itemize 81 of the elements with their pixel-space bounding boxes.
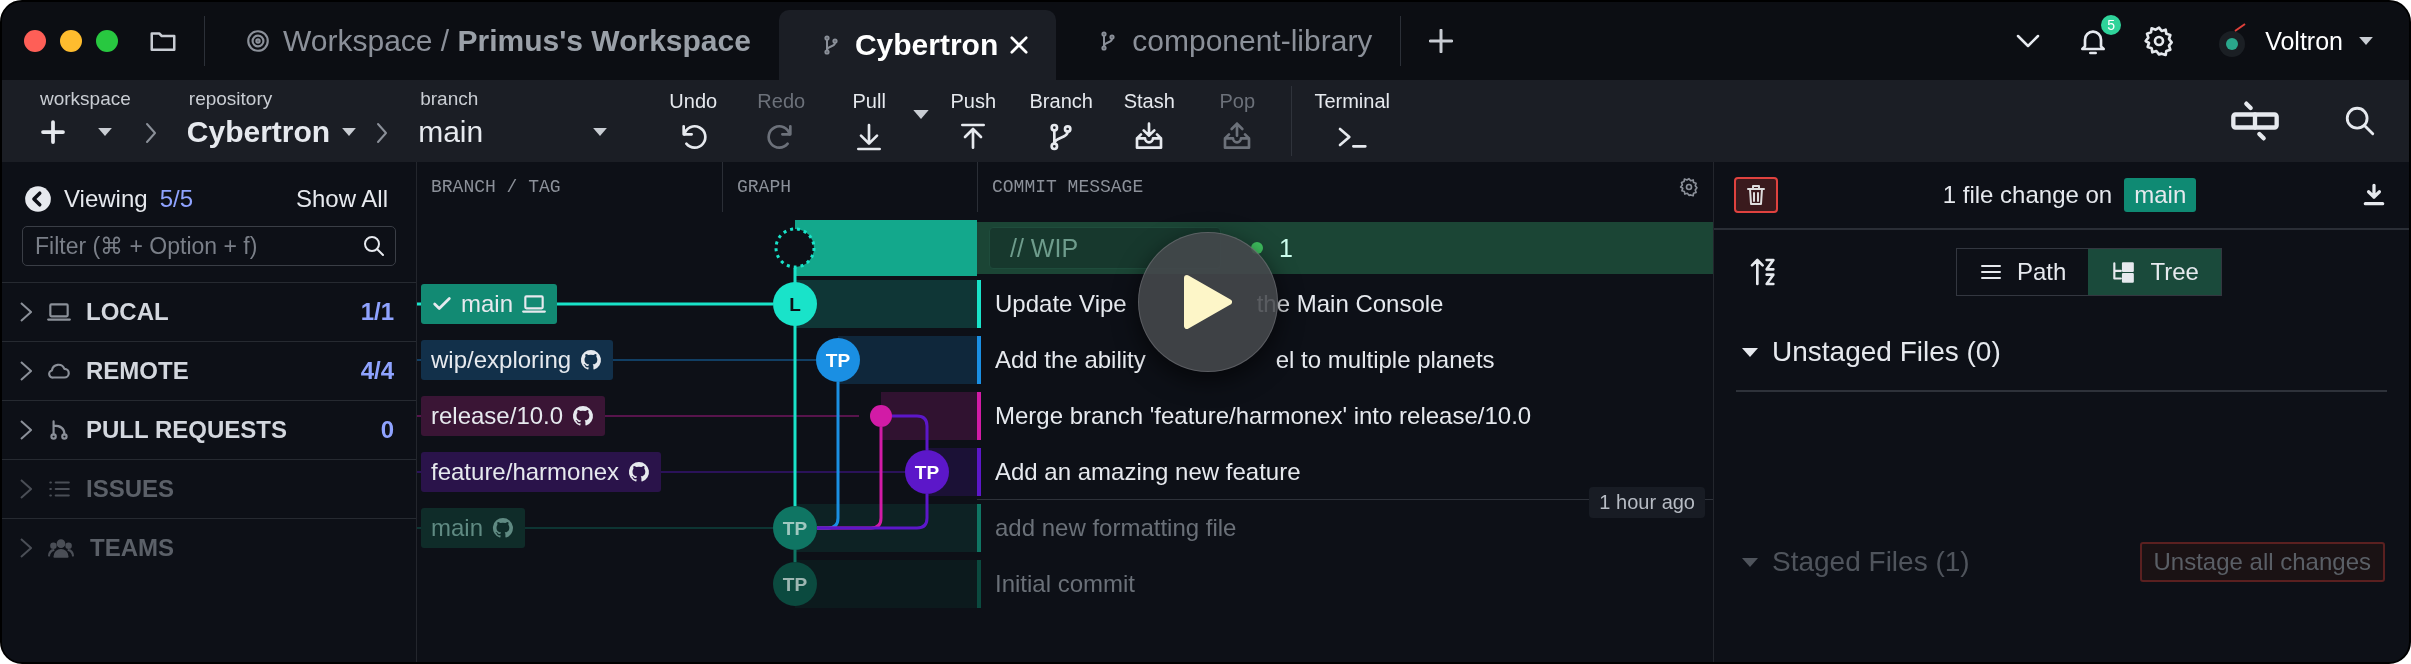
- close-window-button[interactable]: [24, 30, 46, 52]
- discard-button[interactable]: [1734, 177, 1778, 213]
- commit-message: Update Vipe: [995, 290, 1127, 318]
- change-summary: 1 file change on: [1942, 181, 2113, 209]
- branch-label[interactable]: main: [421, 284, 558, 324]
- file-group-title: Staged Files (1): [1772, 546, 1970, 578]
- github-icon: [491, 516, 516, 540]
- github-icon: [571, 404, 596, 428]
- chevron-right-icon: [144, 122, 157, 144]
- trash-icon: [1744, 183, 1768, 207]
- branch-label[interactable]: release/10.0: [421, 396, 606, 436]
- toolbar-button[interactable]: Undo: [649, 80, 738, 162]
- node-initials: TP: [782, 574, 808, 595]
- filter-field[interactable]: Filter (⌘ + Option + f): [22, 226, 396, 266]
- caret-icon: [2359, 37, 2373, 45]
- minimize-window-button[interactable]: [60, 30, 82, 52]
- close-icon[interactable]: [1010, 36, 1029, 54]
- commit-message: el to multiple planets: [1275, 346, 1495, 374]
- github-icon: [627, 460, 652, 484]
- tab[interactable]: Workspace / Primus's Workspace: [205, 2, 779, 80]
- column-header: BRANCH / TAG: [430, 176, 562, 199]
- branch-line: [793, 550, 797, 562]
- branch-dropdown[interactable]: main: [418, 110, 608, 154]
- commit-message: Add an amazing new feature: [995, 458, 1301, 486]
- expand-arrow-icon[interactable]: [1742, 347, 1758, 357]
- repository-caption: repository: [187, 88, 274, 110]
- plus-icon: [1429, 29, 1454, 53]
- commit-message: Initial commit: [995, 570, 1136, 598]
- plus-icon: [38, 117, 68, 147]
- sidebar-section[interactable]: LOCAL 1/1: [2, 282, 416, 341]
- terminal-button[interactable]: Terminal: [1302, 80, 1403, 162]
- commit-message: Add the ability: [995, 346, 1146, 374]
- download-icon: [2361, 182, 2387, 208]
- repository-dropdown[interactable]: Cybertron: [186, 110, 357, 154]
- search-icon: [2343, 104, 2377, 138]
- toolbar-button[interactable]: Stash: [1105, 80, 1194, 162]
- toolbar-button[interactable]: Push: [929, 80, 1018, 162]
- notification-badge: 5: [2101, 15, 2122, 35]
- search-icon: [362, 234, 386, 258]
- sidebar-section[interactable]: REMOTE 4/4: [2, 341, 416, 400]
- branch-label[interactable]: wip/exploring: [421, 340, 614, 380]
- column-header: GRAPH: [722, 162, 977, 212]
- view-toggle[interactable]: Tree: [2088, 249, 2221, 295]
- play-icon: [1184, 275, 1232, 329]
- maximize-window-button[interactable]: [96, 30, 118, 52]
- toolbar-button[interactable]: Pull: [825, 80, 914, 162]
- node-initials: TP: [914, 462, 940, 483]
- column-header: COMMIT MESSAGE: [991, 177, 1144, 197]
- node-initials: L: [789, 294, 801, 315]
- wip-node-icon: [774, 227, 816, 269]
- tab[interactable]: component-library: [1056, 2, 1401, 80]
- chevron-right-icon: [376, 122, 389, 144]
- caret-icon: [342, 128, 357, 136]
- settings-icon: [1679, 177, 1699, 197]
- commit-message: add new formatting file: [995, 514, 1237, 542]
- branch-caption: branch: [419, 88, 480, 110]
- sidebar-section[interactable]: PULL REQUESTS 0: [2, 400, 416, 459]
- target-icon: [245, 28, 271, 54]
- file-group-title: Unstaged Files (0): [1772, 336, 2001, 368]
- caret-icon: [98, 128, 112, 136]
- settings-icon: [2143, 25, 2176, 57]
- change-count: 1: [1279, 233, 1293, 263]
- toolbar-button[interactable]: Branch: [1017, 80, 1106, 162]
- workspace-caption: workspace: [39, 88, 131, 110]
- branch-label[interactable]: main: [421, 508, 526, 548]
- viewing-count: 5/5: [159, 185, 193, 213]
- commit-message: Merge branch 'feature/harmonex' into release/10.0: [995, 402, 1532, 430]
- node-initials: TP: [825, 350, 851, 371]
- tab[interactable]: Cybertron: [778, 10, 1057, 80]
- tree-icon: [2110, 259, 2137, 285]
- user-menu[interactable]: Voltron: [2209, 21, 2379, 61]
- show-all-link[interactable]: Show All: [289, 184, 394, 214]
- viewing-label: Viewing: [64, 185, 148, 213]
- time-tooltip: 1 hour ago: [1589, 487, 1705, 518]
- node-initials: TP: [782, 518, 808, 539]
- caret-icon: [593, 128, 608, 136]
- branch-line: [892, 414, 929, 450]
- github-icon: [579, 348, 604, 372]
- back-icon: [24, 185, 52, 213]
- branch-label[interactable]: feature/harmonex: [421, 452, 662, 492]
- branch-tag: main: [2124, 178, 2197, 212]
